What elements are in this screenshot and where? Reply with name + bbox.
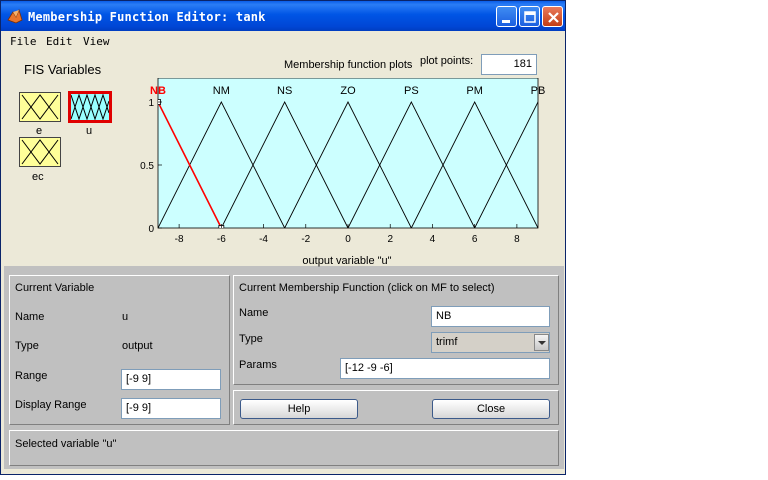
mf-label-pm[interactable]: PM: [466, 85, 483, 97]
buttons-panel: Help Close: [233, 390, 559, 425]
y-tick-label: 1: [148, 98, 154, 109]
matlab-app-icon: [7, 8, 23, 24]
mf-label-pb[interactable]: PB: [531, 85, 546, 97]
menu-view[interactable]: View: [83, 35, 110, 48]
mf-thumbnail-icon: [21, 139, 59, 165]
mf-label-nb[interactable]: NB: [150, 85, 166, 97]
mf-label-zo[interactable]: ZO: [340, 85, 356, 97]
plot-title: Membership function plots: [284, 59, 413, 71]
mf-label-ns[interactable]: NS: [277, 85, 292, 97]
fis-input-e[interactable]: [19, 92, 61, 122]
close-button[interactable]: Close: [432, 399, 550, 419]
variable-type-label: Type: [15, 340, 39, 352]
y-tick-label: 0.5: [140, 161, 154, 172]
range-input[interactable]: [-9 9]: [121, 369, 221, 390]
current-variable-heading: Current Variable: [15, 282, 95, 294]
maximize-icon: [524, 11, 536, 23]
status-panel: Selected variable "u": [9, 430, 559, 466]
x-tick-label: 8: [514, 234, 520, 245]
fis-input-ec-label: ec: [32, 171, 44, 183]
window-title: Membership Function Editor: tank: [28, 10, 266, 24]
y-tick-label: 0: [148, 224, 154, 235]
current-mf-heading: Current Membership Function (click on MF…: [239, 282, 495, 294]
fis-input-ec[interactable]: [19, 137, 61, 167]
mf-thumbnail-icon: [21, 94, 59, 120]
variable-name-label: Name: [15, 311, 45, 323]
current-variable-panel: Current Variable Name u Type output Rang…: [9, 275, 230, 425]
x-tick-label: -8: [175, 234, 184, 245]
fis-variables-heading: FIS Variables: [24, 62, 102, 77]
menu-edit[interactable]: Edit: [46, 35, 73, 48]
close-window-button[interactable]: [542, 6, 563, 27]
x-tick-label: 2: [387, 234, 393, 245]
minimize-icon: [502, 20, 510, 23]
params-label: Params: [239, 359, 277, 371]
minimize-button[interactable]: [496, 6, 517, 27]
mf-name-input[interactable]: NB: [431, 306, 550, 327]
x-tick-label: 0: [345, 234, 351, 245]
mf-label-nm[interactable]: NM: [213, 85, 230, 97]
status-text: Selected variable "u": [15, 438, 117, 450]
x-axis-label: output variable "u": [302, 255, 391, 267]
mf-type-select[interactable]: trimf: [431, 332, 550, 353]
mf-thumbnail-icon: [70, 93, 110, 121]
mf-type-value: trimf: [436, 336, 458, 348]
menu-bar: File Edit View: [1, 31, 565, 51]
plot-axes-background: [157, 78, 539, 229]
x-tick-label: 6: [472, 234, 478, 245]
variable-type-value: output: [122, 340, 153, 352]
chevron-down-icon: [538, 341, 546, 345]
x-tick-label: -2: [301, 234, 310, 245]
display-range-input[interactable]: [-9 9]: [121, 398, 221, 419]
membership-function-plot[interactable]: NB NM NS ZO PS PM PB -8 -6 -4 -2 0 2 4 6 8 0 0.5 1 outpu…: [130, 78, 550, 268]
menu-file[interactable]: File: [10, 35, 37, 48]
fis-input-e-label: e: [36, 125, 43, 137]
plot-points-input[interactable]: 181: [481, 54, 537, 75]
plot-points-label: plot points:: [420, 55, 474, 67]
title-bar[interactable]: Membership Function Editor: tank: [1, 1, 565, 31]
mf-type-label: Type: [239, 333, 263, 345]
params-input[interactable]: [-12 -9 -6]: [340, 358, 550, 379]
x-tick-label: 4: [430, 234, 436, 245]
fis-output-u-label: u: [86, 125, 93, 137]
display-range-label: Display Range: [15, 399, 87, 411]
current-mf-panel: Current Membership Function (click on MF…: [233, 275, 559, 385]
maximize-button[interactable]: [519, 6, 540, 27]
close-icon: [548, 12, 559, 23]
dropdown-arrow-button[interactable]: [534, 334, 549, 351]
x-tick-label: -6: [217, 234, 226, 245]
variable-name-value: u: [122, 311, 129, 323]
range-label: Range: [15, 370, 48, 382]
mf-label-ps[interactable]: PS: [404, 85, 419, 97]
mf-name-label: Name: [239, 307, 269, 319]
x-tick-label: -4: [259, 234, 268, 245]
help-button[interactable]: Help: [240, 399, 358, 419]
fis-output-u[interactable]: [68, 91, 112, 123]
